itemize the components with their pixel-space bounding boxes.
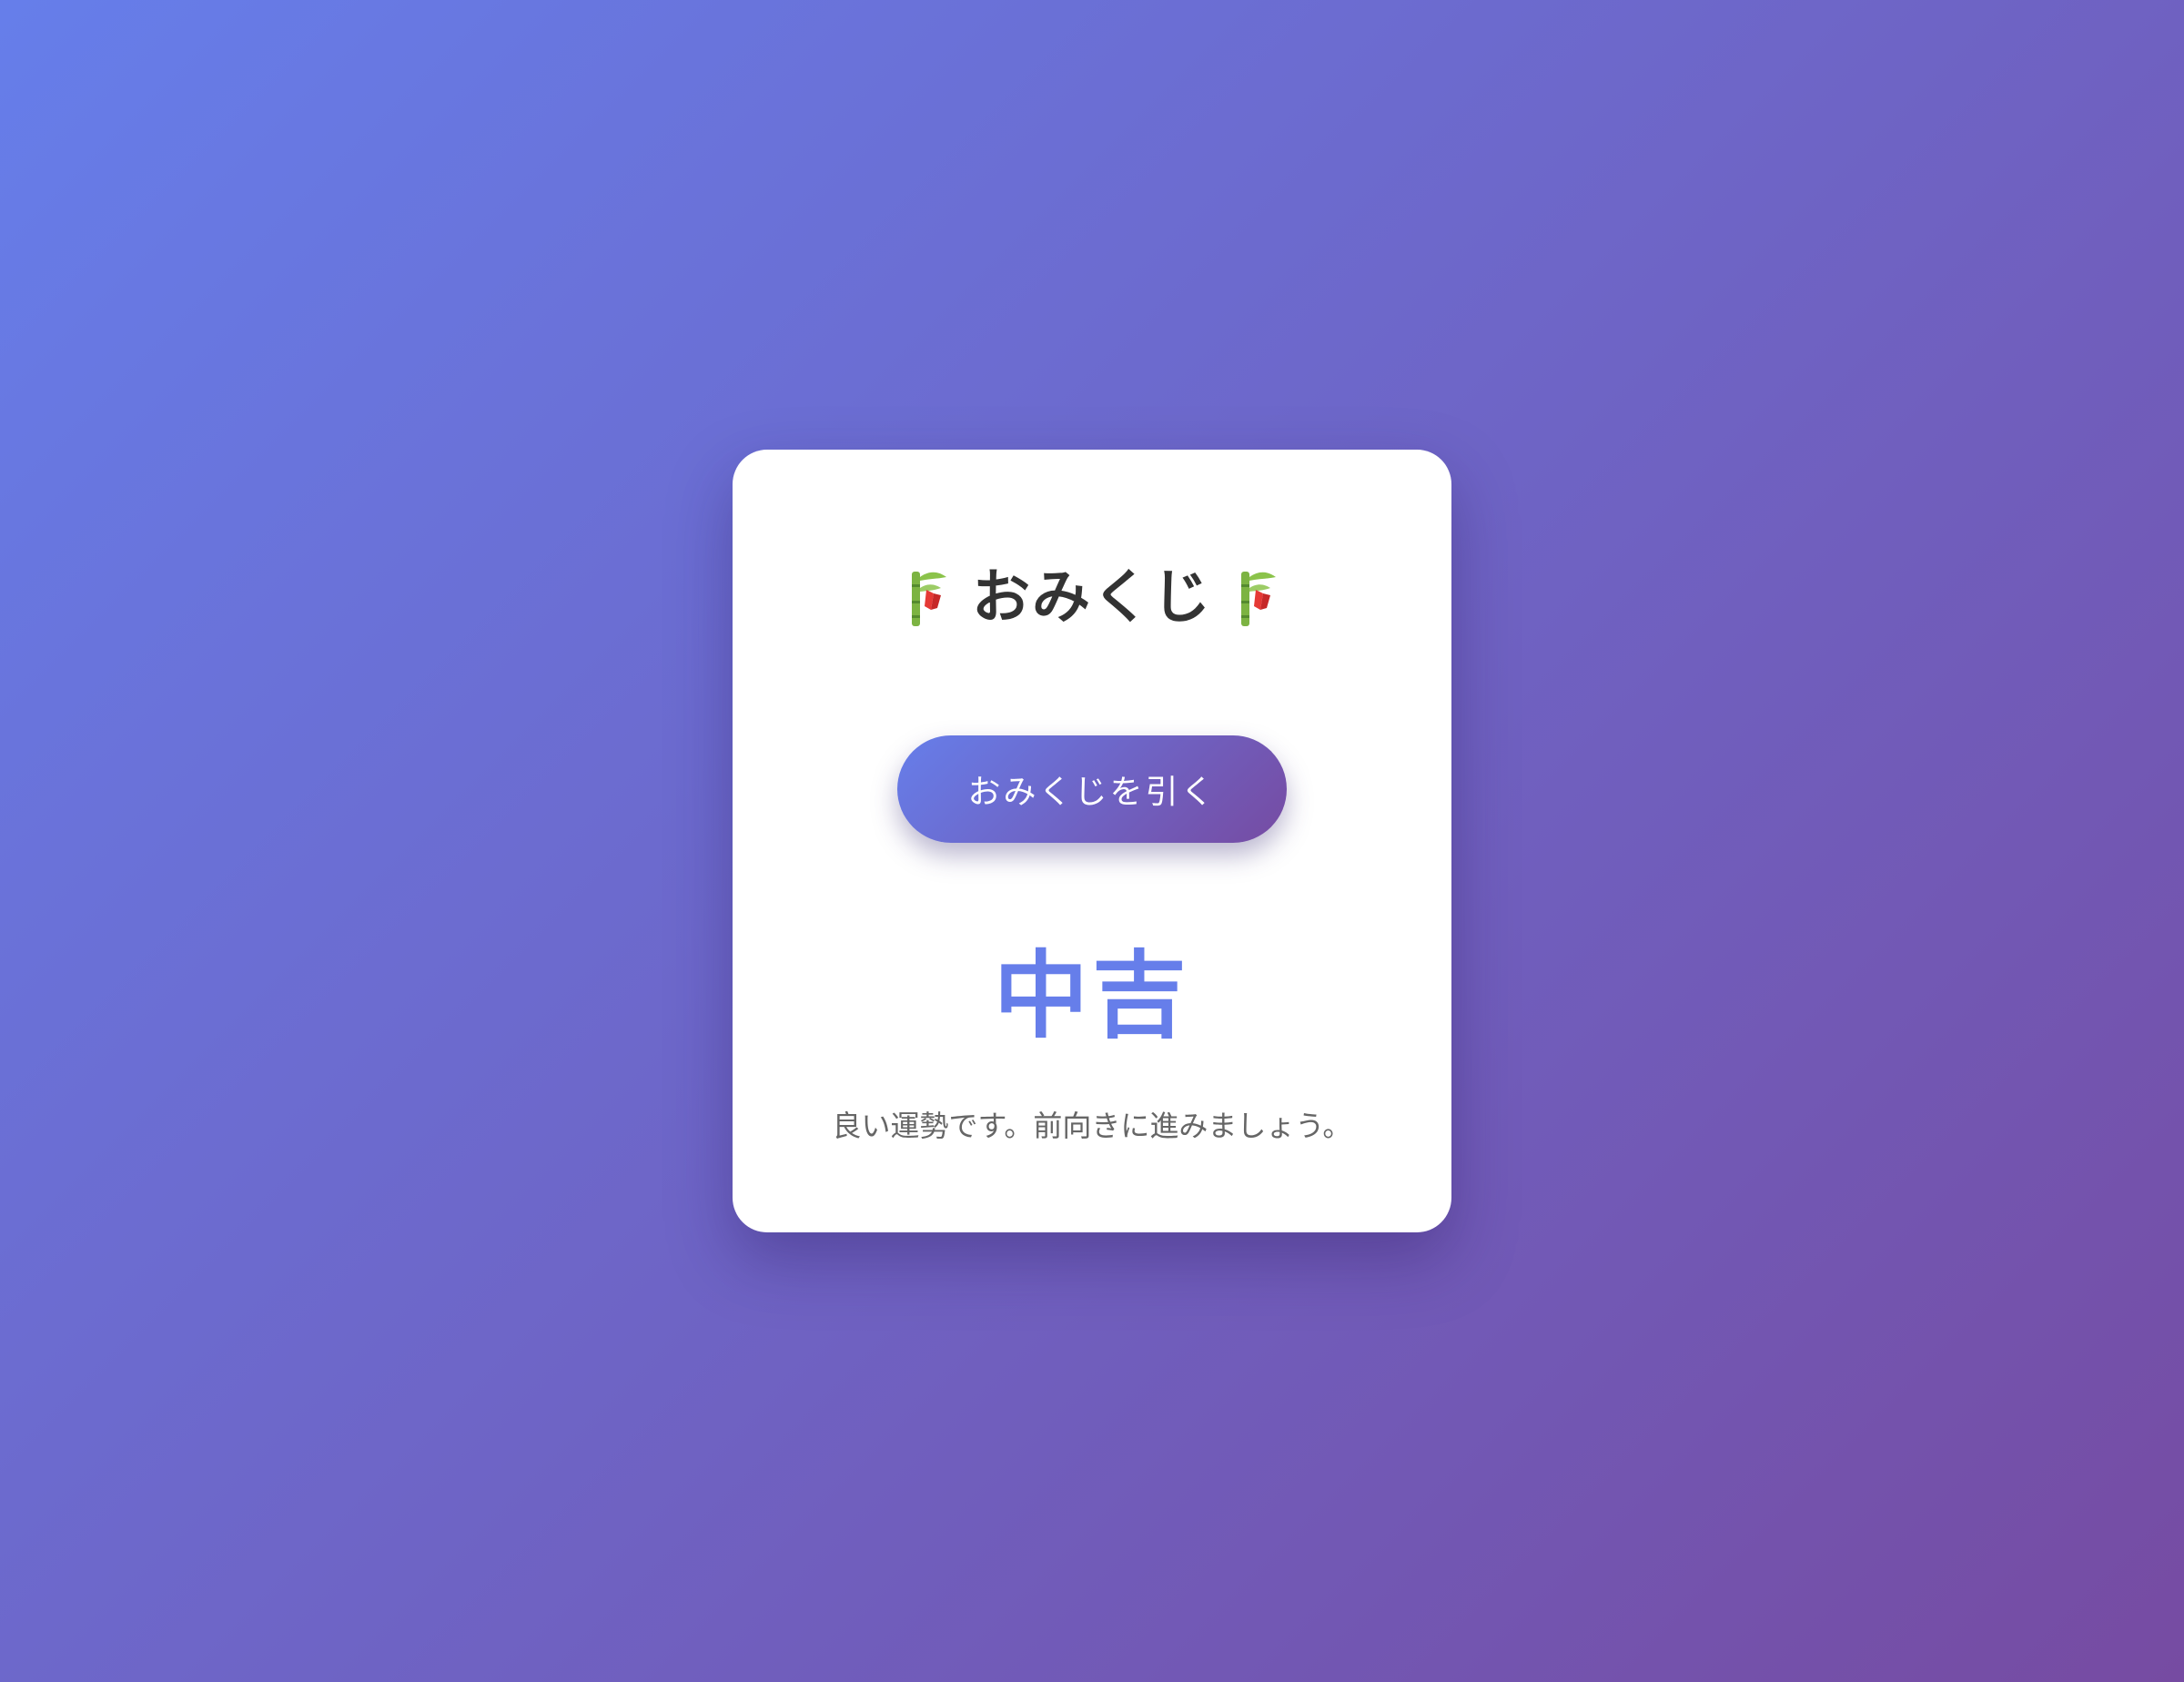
title-text: おみくじ [972, 564, 1212, 632]
page-title: おみくじ [733, 557, 1451, 639]
fortune-message: 良い運勢です。前向きに進みましょう。 [832, 1109, 1352, 1143]
omikuji-card: おみくじ おみくじを引く 中吉 良い運勢です。前向きに進みましょう。 [733, 450, 1451, 1232]
tanabata-tree-icon [903, 568, 952, 628]
fortune-result: 中吉 [993, 940, 1190, 1051]
tanabata-tree-icon [1232, 568, 1281, 628]
draw-omikuji-button[interactable]: おみくじを引く [897, 735, 1287, 843]
